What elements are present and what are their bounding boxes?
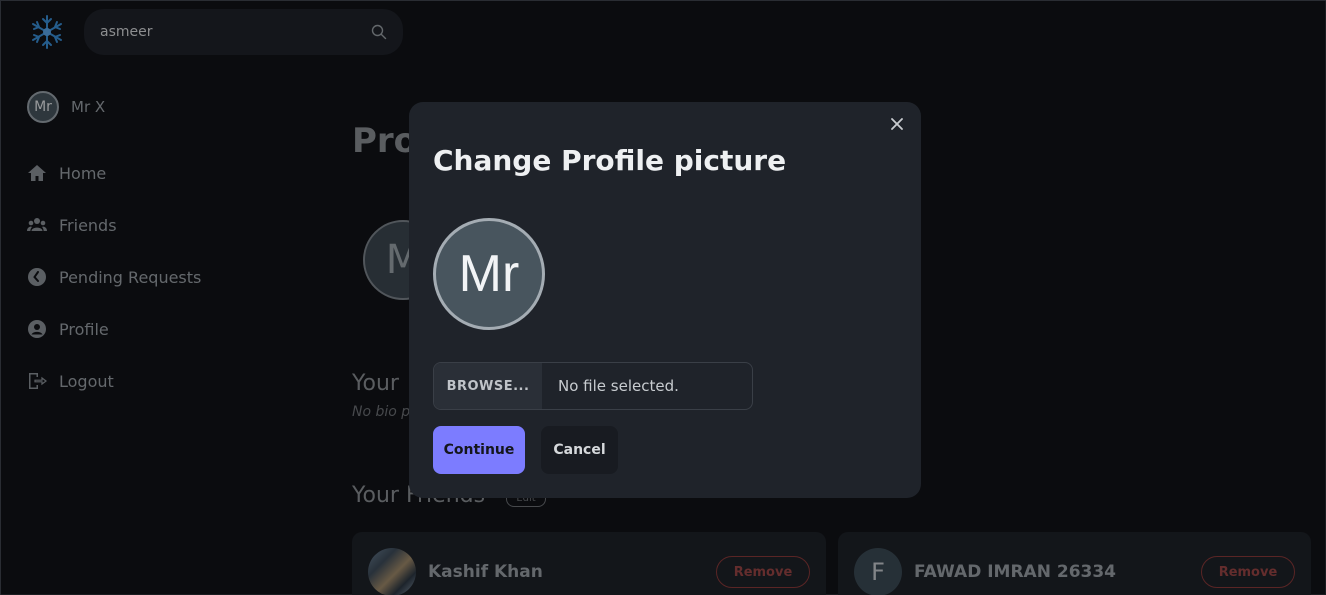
close-icon[interactable] (889, 116, 905, 132)
cancel-button[interactable]: Cancel (541, 426, 618, 474)
change-profile-picture-dialog: Change Profile picture Mr BROWSE... No f… (409, 102, 921, 498)
avatar-preview: Mr (433, 218, 545, 330)
file-input[interactable]: BROWSE... No file selected. (433, 362, 753, 410)
continue-button[interactable]: Continue (433, 426, 525, 474)
file-status: No file selected. (558, 377, 679, 395)
browse-button[interactable]: BROWSE... (434, 363, 542, 409)
dialog-title: Change Profile picture (433, 144, 787, 177)
